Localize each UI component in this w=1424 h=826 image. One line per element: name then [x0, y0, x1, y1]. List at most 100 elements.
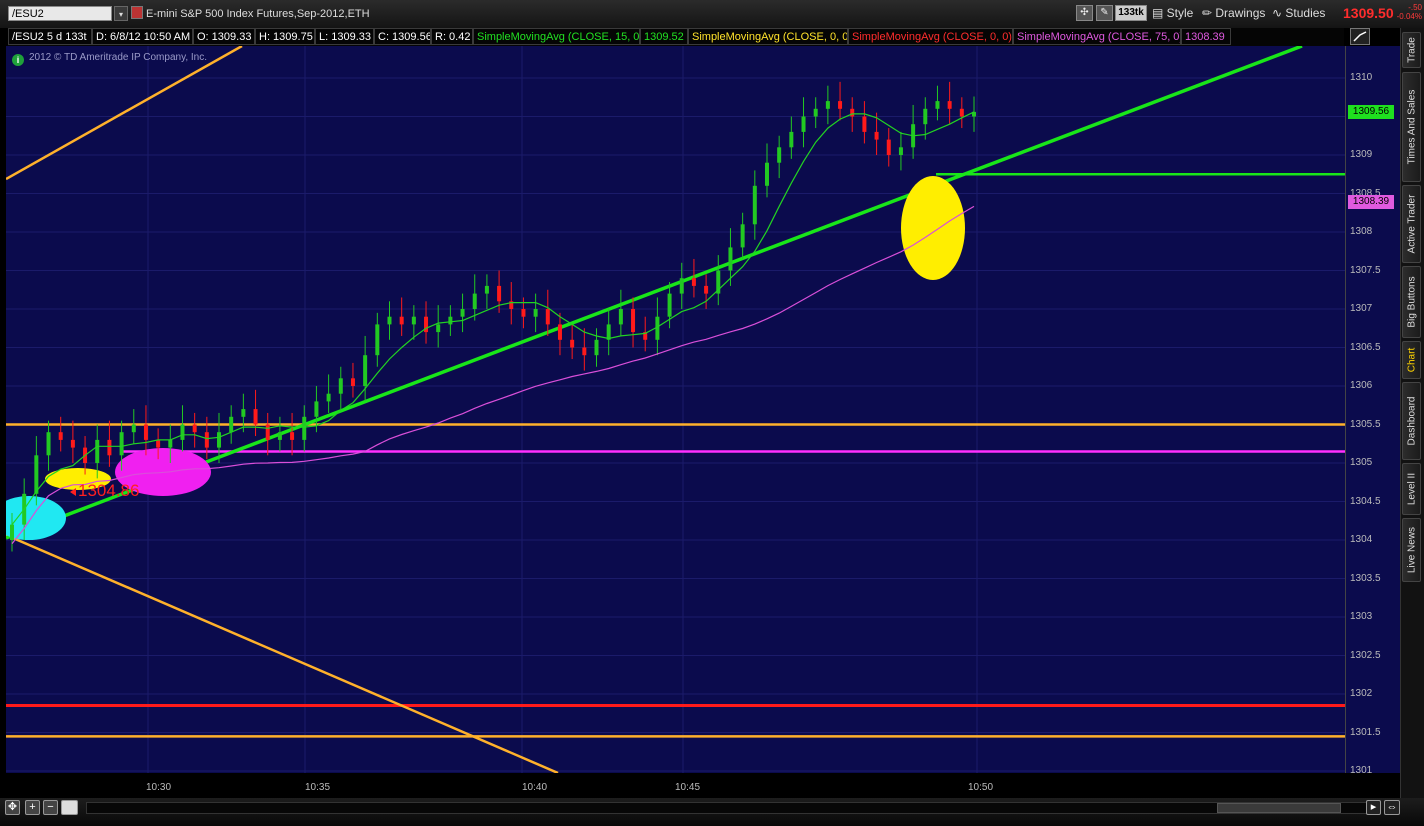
sma-yellow-study[interactable]: SimpleMovingAvg (CLOSE, 0, 0) — [688, 28, 848, 45]
candle-body — [631, 309, 636, 333]
trend-line-orange-upper — [6, 46, 243, 181]
candle-body — [217, 432, 222, 448]
sma75-price-tag: 1308.39 — [1348, 194, 1394, 209]
price-tick-label: 1304 — [1350, 534, 1373, 545]
symbol-input[interactable]: /ESU2 — [8, 6, 112, 21]
aggregation-button[interactable]: 133tk — [1115, 5, 1147, 21]
side-tab-chart[interactable]: Chart — [1402, 341, 1421, 379]
candle-body — [497, 285, 502, 302]
candle-body — [777, 147, 782, 163]
candle-body — [801, 116, 806, 132]
studies-label: Studies — [1285, 6, 1326, 20]
range-cell: R: 0.42 — [431, 28, 473, 45]
candle-body — [691, 278, 696, 286]
studies-icon: ∿ — [1272, 6, 1286, 20]
chart-settings-icon[interactable] — [1350, 28, 1370, 45]
side-tab-trade[interactable]: Trade — [1402, 32, 1421, 68]
zoom-in-icon[interactable]: + — [25, 800, 40, 815]
close-cell: C: 1309.56 — [374, 28, 431, 45]
price-tick-label: 1308 — [1350, 226, 1373, 237]
expand-icon[interactable]: ⇔ — [1384, 800, 1400, 815]
price-chart-plot[interactable]: 1304.86 — [6, 46, 1345, 773]
candle-body — [472, 293, 477, 309]
candle-body — [947, 101, 952, 109]
scrollbar-thumb[interactable] — [1217, 803, 1341, 813]
side-tab-big-buttons[interactable]: Big Buttons — [1402, 266, 1421, 338]
side-tab-times-and-sales[interactable]: Times And Sales — [1402, 72, 1421, 182]
candle-body — [862, 116, 867, 132]
sma15-value: 1309.52 — [640, 28, 688, 45]
sma15-study[interactable]: SimpleMovingAvg (CLOSE, 15, 0) — [473, 28, 640, 45]
candle-body — [557, 324, 562, 340]
drawing-ellipse-icon[interactable] — [61, 800, 78, 815]
time-tick-label: 10:45 — [675, 782, 701, 793]
bar-info-strip: /ESU2 5 d 133t D: 6/8/12 10:50 AM O: 130… — [8, 28, 1344, 46]
candle-body — [838, 101, 843, 109]
sma75-study[interactable]: SimpleMovingAvg (CLOSE, 75, 0) — [1013, 28, 1181, 45]
candle-body — [58, 432, 63, 440]
candle-body — [436, 324, 441, 333]
price-tick-label: 1304.5 — [1350, 495, 1381, 507]
candle-body — [935, 101, 940, 109]
candle-body — [874, 131, 879, 140]
candle-body — [34, 455, 39, 494]
pan-icon[interactable]: ✥ — [5, 800, 20, 815]
crosshair-icon[interactable]: ✣ — [1076, 5, 1093, 21]
candle-body — [265, 424, 270, 440]
time-tick-label: 10:30 — [146, 782, 172, 793]
price-tick-label: 1309 — [1350, 149, 1373, 160]
price-tick-label: 1306 — [1350, 380, 1373, 391]
side-tab-active-trader[interactable]: Active Trader — [1402, 185, 1421, 263]
price-tick-label: 1310 — [1350, 72, 1373, 83]
candle-body — [119, 432, 124, 456]
candle-body — [229, 416, 234, 433]
price-tick-label: 1307.5 — [1350, 264, 1381, 276]
time-scrollbar[interactable] — [86, 802, 1376, 814]
high-cell: H: 1309.75 — [255, 28, 315, 45]
trend-icon — [1353, 31, 1367, 42]
period-cell: /ESU2 5 d 133t — [8, 28, 92, 45]
candle-body — [131, 424, 136, 433]
candle-body — [192, 424, 197, 433]
candle-body — [752, 185, 757, 225]
price-tick-label: 1306.5 — [1350, 341, 1381, 353]
candle-body — [411, 316, 416, 325]
price-tick-label: 1305.5 — [1350, 418, 1381, 430]
tools-icon[interactable]: ✎ — [1096, 5, 1113, 21]
side-tab-dashboard[interactable]: Dashboard — [1402, 382, 1421, 460]
candle-body — [704, 285, 709, 294]
price-tick-label: 1301.5 — [1350, 726, 1381, 738]
candle-body — [302, 416, 307, 440]
candle-body — [789, 131, 794, 148]
price-tick-label: 1303 — [1350, 611, 1373, 622]
sma-red-study[interactable]: SimpleMovingAvg (CLOSE, 0, 0) — [848, 28, 1013, 45]
flag-icon[interactable] — [131, 6, 143, 19]
info-icon[interactable]: i — [12, 54, 24, 66]
style-menu[interactable]: ▤ Style — [1152, 4, 1193, 22]
candle-body — [959, 108, 964, 117]
candle-body — [338, 378, 343, 394]
time-tick-label: 10:35 — [305, 782, 331, 793]
scroll-right-icon[interactable]: ▸ — [1366, 800, 1381, 815]
candle-body — [582, 347, 587, 356]
candle-body — [850, 108, 855, 117]
candle-body — [253, 409, 258, 425]
symbol-dropdown-button[interactable]: ▾ — [114, 6, 128, 21]
price-tick-label: 1302.5 — [1350, 649, 1381, 661]
candle-body — [521, 309, 526, 317]
drawings-label: Drawings — [1215, 6, 1266, 20]
candle-body — [484, 285, 489, 294]
candle-body — [277, 432, 282, 440]
drawings-menu[interactable]: ✏ Drawings — [1202, 4, 1265, 22]
zoom-out-icon[interactable]: − — [43, 800, 58, 815]
copyright-text: 2012 © TD Ameritrade IP Company, Inc. — [29, 52, 208, 63]
side-tab-level-ii[interactable]: Level II — [1402, 463, 1421, 515]
side-tab-label: Chart — [1406, 347, 1417, 373]
side-tab-label: Live News — [1406, 526, 1417, 574]
candle-body — [143, 424, 148, 440]
candle-body — [290, 432, 295, 440]
instrument-description: E-mini S&P 500 Index Futures,Sep-2012,ET… — [146, 8, 370, 20]
candle-body — [350, 378, 355, 386]
studies-menu[interactable]: ∿ Studies — [1272, 4, 1325, 22]
side-tab-live-news[interactable]: Live News — [1402, 518, 1421, 582]
